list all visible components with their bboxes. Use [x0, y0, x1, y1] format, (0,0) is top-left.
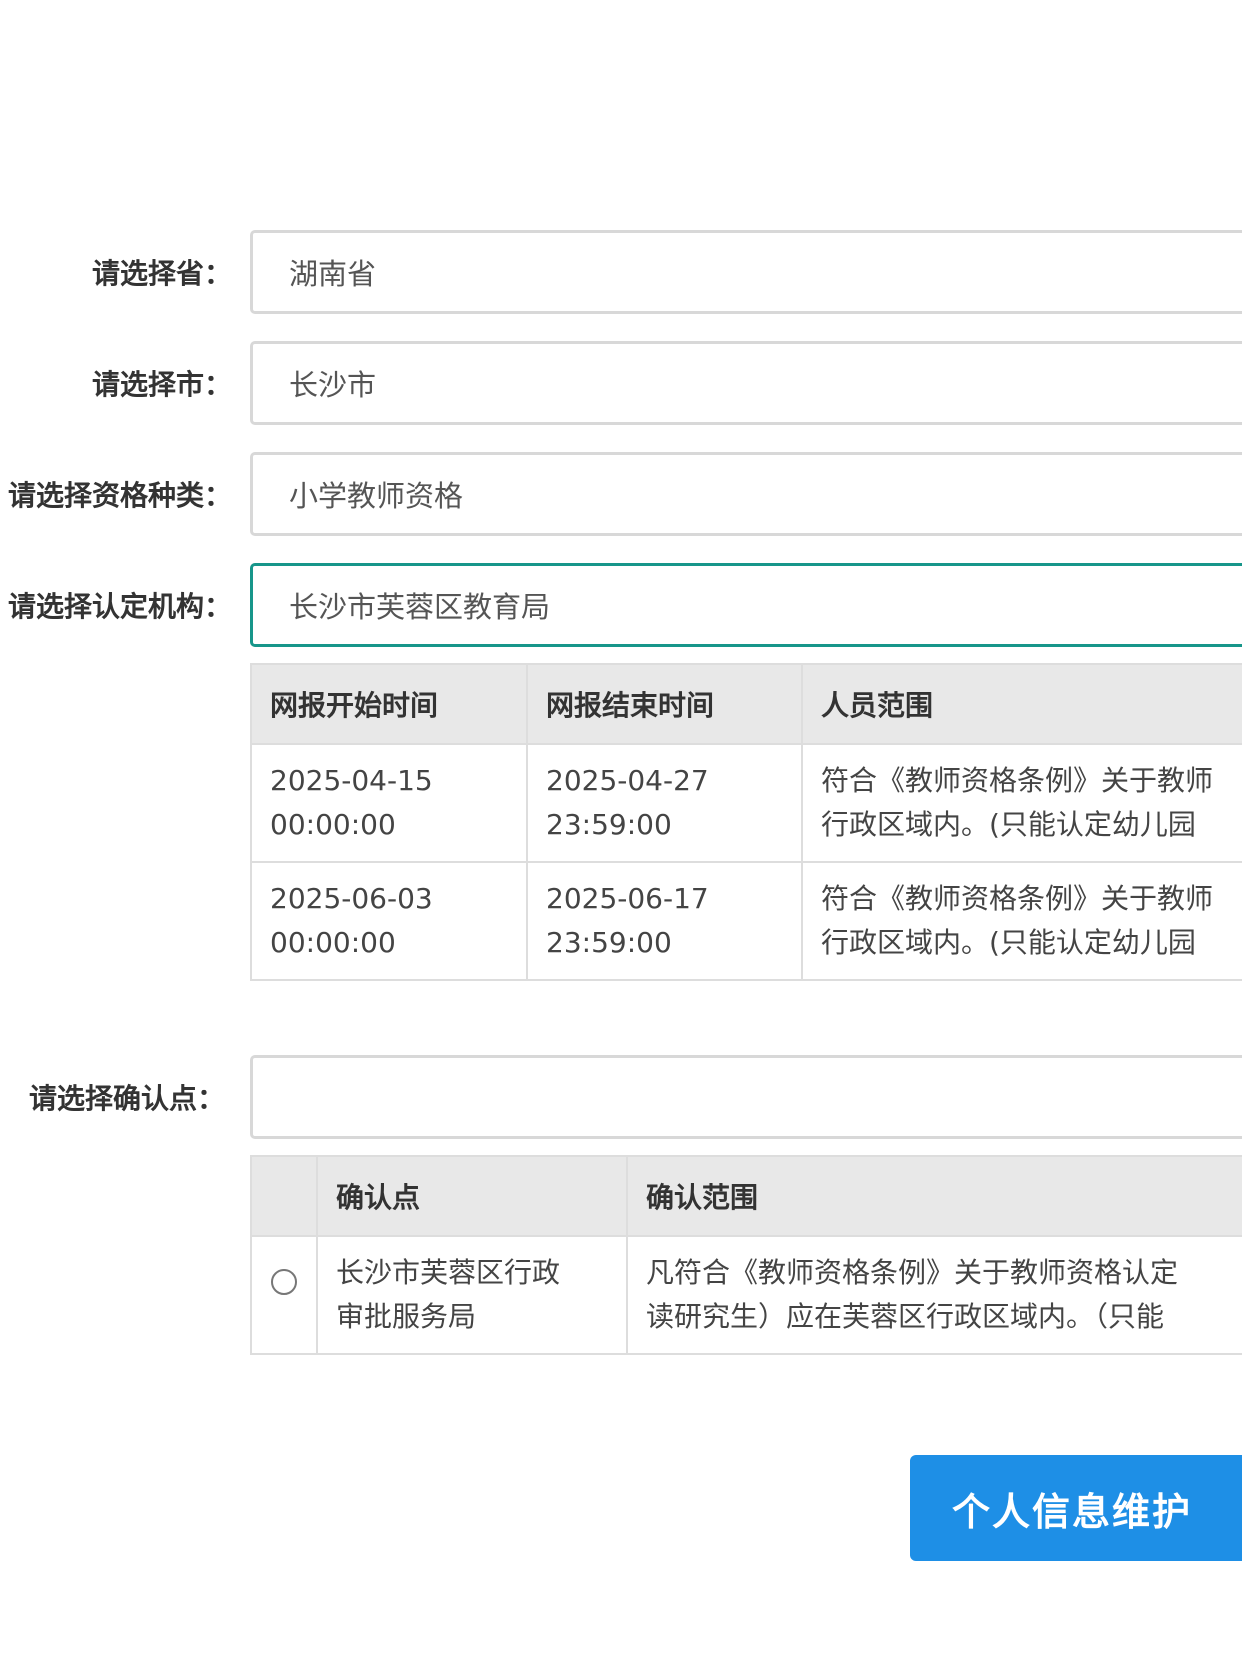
start-time-cell: 2025-04-15 00:00:00 [250, 743, 528, 863]
end-date: 2025-06-17 [546, 882, 709, 915]
city-select[interactable]: 长沙市 [250, 341, 1242, 425]
personal-info-button[interactable]: 个人信息维护 [910, 1455, 1242, 1561]
confirm-scope-line: 读研究生）应在芙蓉区行政区域内。（只能 [646, 1300, 1165, 1333]
start-time-cell: 2025-06-03 00:00:00 [250, 861, 528, 981]
scope-line: 符合《教师资格条例》关于教师 [821, 764, 1214, 797]
end-date: 2025-04-27 [546, 764, 709, 797]
schedule-table: 网报开始时间 网报结束时间 人员范围 2025-04-15 00:00:00 2… [250, 663, 1242, 981]
start-date: 2025-06-03 [270, 882, 433, 915]
end-time-cell: 2025-06-17 23:59:00 [526, 861, 803, 981]
scope-line: 行政区域内。(只能认定幼儿园 [821, 926, 1196, 959]
confirm-point-line: 长沙市芙蓉区行政 [336, 1256, 561, 1289]
header-end-time: 网报结束时间 [526, 663, 803, 745]
scope-cell: 符合《教师资格条例》关于教师 行政区域内。(只能认定幼儿园 [801, 743, 1242, 863]
header-select [250, 1155, 318, 1237]
header-confirm-scope: 确认范围 [626, 1155, 1242, 1237]
confirm-scope-cell: 凡符合《教师资格条例》关于教师资格认定 读研究生）应在芙蓉区行政区域内。（只能 [626, 1235, 1242, 1355]
confirm-point-cell: 长沙市芙蓉区行政 审批服务局 [316, 1235, 628, 1355]
confirm-point-label: 请选择确认点： [28, 1082, 225, 1115]
end-time: 23:59:00 [546, 926, 672, 959]
confirm-scope-line: 凡符合《教师资格条例》关于教师资格认定 [646, 1256, 1179, 1289]
radio-cell [250, 1235, 318, 1355]
start-time: 00:00:00 [270, 926, 396, 959]
scope-cell: 符合《教师资格条例》关于教师 行政区域内。(只能认定幼儿园 [801, 861, 1242, 981]
confirm-point-line: 审批服务局 [336, 1300, 477, 1333]
agency-label: 请选择认定机构： [7, 590, 232, 623]
header-start-time: 网报开始时间 [250, 663, 528, 745]
city-label: 请选择市： [91, 368, 232, 401]
qualification-label: 请选择资格种类： [7, 479, 232, 512]
confirm-header-row: 确认点 确认范围 [250, 1155, 1242, 1237]
scope-line: 行政区域内。(只能认定幼儿园 [821, 808, 1196, 841]
confirm-point-row: 请选择确认点： [0, 1055, 1242, 1145]
table-row: 长沙市芙蓉区行政 审批服务局 凡符合《教师资格条例》关于教师资格认定 读研究生）… [250, 1235, 1242, 1355]
table-row: 2025-06-03 00:00:00 2025-06-17 23:59:00 … [250, 861, 1242, 981]
table-row: 2025-04-15 00:00:00 2025-04-27 23:59:00 … [250, 743, 1242, 863]
qualification-row: 请选择资格种类： 小学教师资格 [0, 452, 1242, 542]
header-confirm-point: 确认点 [316, 1155, 628, 1237]
header-scope: 人员范围 [801, 663, 1242, 745]
province-label: 请选择省： [91, 257, 232, 290]
confirm-point-select[interactable] [250, 1055, 1242, 1139]
agency-row: 请选择认定机构： 长沙市芙蓉区教育局 [0, 563, 1242, 653]
qualification-select[interactable]: 小学教师资格 [250, 452, 1242, 536]
city-row: 请选择市： 长沙市 [0, 341, 1242, 431]
start-date: 2025-04-15 [270, 764, 433, 797]
confirm-point-radio[interactable] [271, 1269, 297, 1295]
end-time-cell: 2025-04-27 23:59:00 [526, 743, 803, 863]
start-time: 00:00:00 [270, 808, 396, 841]
end-time: 23:59:00 [546, 808, 672, 841]
confirm-table: 确认点 确认范围 长沙市芙蓉区行政 审批服务局 凡符合《教师资格条例》关于教师资… [250, 1155, 1242, 1355]
agency-select[interactable]: 长沙市芙蓉区教育局 [250, 563, 1242, 647]
schedule-header-row: 网报开始时间 网报结束时间 人员范围 [250, 663, 1242, 745]
province-select[interactable]: 湖南省 [250, 230, 1242, 314]
scope-line: 符合《教师资格条例》关于教师 [821, 882, 1214, 915]
province-row: 请选择省： 湖南省 [0, 230, 1242, 320]
